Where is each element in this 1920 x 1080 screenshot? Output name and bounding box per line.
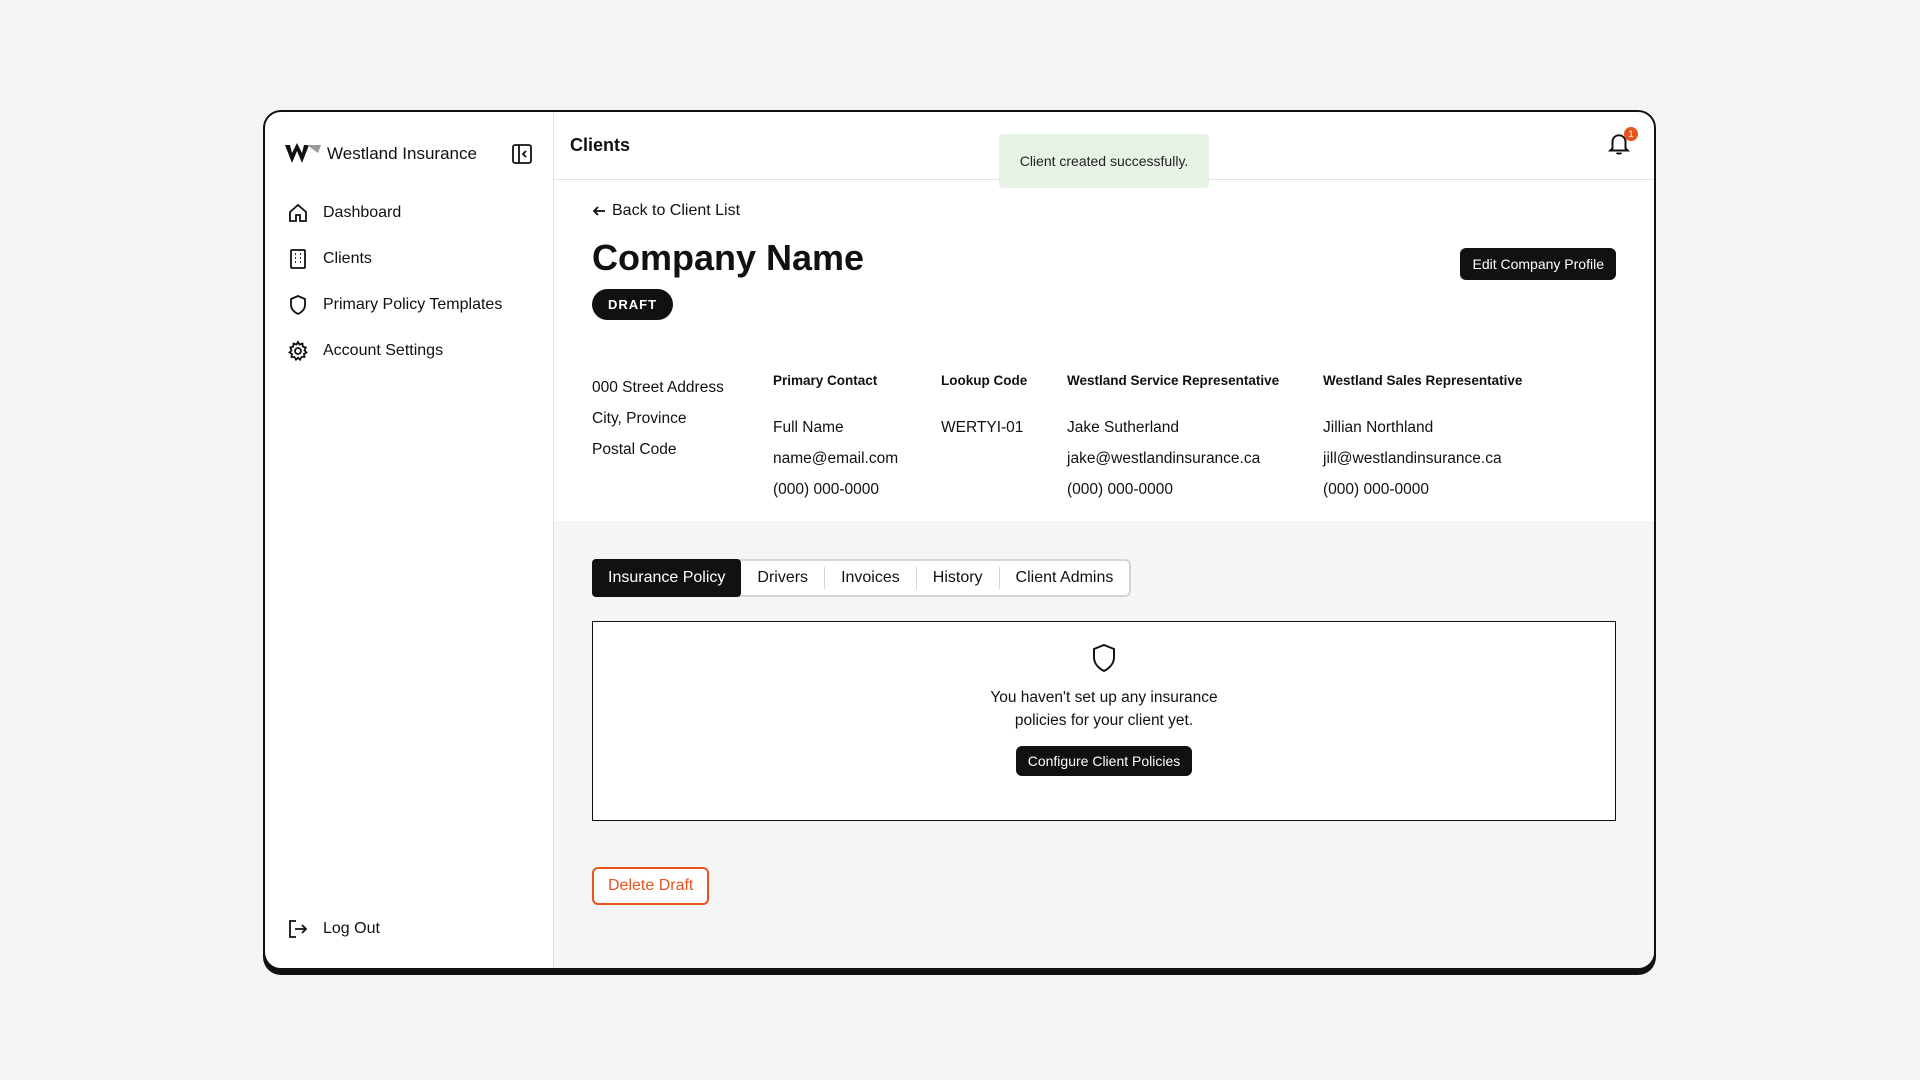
tab-client-admins[interactable]: Client Admins bbox=[1000, 561, 1130, 595]
address-block: 000 Street Address City, Province Postal… bbox=[592, 372, 724, 465]
rep-name: Jillian Northland bbox=[1323, 419, 1434, 436]
primary-contact-block: Primary Contact Full Name name@email.com… bbox=[773, 366, 898, 505]
sidebar-item-label: Dashboard bbox=[323, 204, 402, 221]
contact-phone: (000) 000-0000 bbox=[773, 481, 879, 498]
info-heading: Lookup Code bbox=[941, 373, 1028, 388]
notifications-button[interactable]: 1 bbox=[1606, 126, 1638, 161]
collapse-sidebar-icon[interactable] bbox=[511, 143, 533, 165]
rep-phone: (000) 000-0000 bbox=[1323, 481, 1429, 498]
shield-icon bbox=[1093, 643, 1115, 673]
brand-name: Westland Insurance bbox=[327, 144, 477, 163]
address-line: Postal Code bbox=[592, 441, 677, 458]
sidebar-item-label: Account Settings bbox=[323, 342, 444, 359]
empty-state-message: You haven't set up any insurance policie… bbox=[990, 689, 1218, 729]
address-line: City, Province bbox=[592, 410, 687, 427]
client-body: Insurance Policy Drivers Invoices Histor… bbox=[554, 521, 1654, 968]
westland-logo-icon bbox=[285, 143, 321, 163]
notification-badge: 1 bbox=[1624, 126, 1638, 141]
contact-email: name@email.com bbox=[773, 450, 899, 467]
client-header: Back to Client List Company Name DRAFT E… bbox=[554, 180, 1654, 521]
page-title: Clients bbox=[570, 135, 631, 155]
client-tabs: Insurance Policy Drivers Invoices Histor… bbox=[592, 559, 1132, 597]
sidebar-item-clients[interactable]: Clients bbox=[265, 236, 553, 282]
shield-icon bbox=[290, 295, 306, 316]
brand: Westland Insurance bbox=[265, 132, 553, 176]
rep-email: jill@westlandinsurance.ca bbox=[1323, 450, 1502, 467]
rep-email: jake@westlandinsurance.ca bbox=[1067, 450, 1261, 467]
tab-invoices[interactable]: Invoices bbox=[825, 561, 916, 595]
back-to-client-list-link[interactable]: Back to Client List bbox=[592, 202, 740, 220]
sidebar-item-account-settings[interactable]: Account Settings bbox=[265, 328, 553, 374]
info-heading: Westland Sales Representative bbox=[1323, 373, 1523, 388]
back-link-label: Back to Client List bbox=[612, 202, 741, 219]
arrow-left-icon bbox=[592, 206, 605, 216]
home-icon bbox=[289, 203, 307, 222]
main-content: Clients 1 Client created successfully. B… bbox=[554, 112, 1654, 968]
tab-insurance-policy[interactable]: Insurance Policy bbox=[592, 559, 742, 597]
delete-draft-button[interactable]: Delete Draft bbox=[592, 867, 710, 905]
lookup-code-block: Lookup Code WERTYI-01 bbox=[941, 366, 1027, 443]
sidebar-item-policy-templates[interactable]: Primary Policy Templates bbox=[265, 282, 553, 328]
rep-phone: (000) 000-0000 bbox=[1067, 481, 1173, 498]
tab-drivers[interactable]: Drivers bbox=[741, 561, 824, 595]
tab-history[interactable]: History bbox=[917, 561, 999, 595]
empty-state-panel: You haven't set up any insurance policie… bbox=[592, 621, 1616, 821]
rep-name: Jake Sutherland bbox=[1067, 419, 1180, 436]
lookup-code: WERTYI-01 bbox=[941, 419, 1024, 436]
logout-icon bbox=[289, 920, 308, 938]
client-info: 000 Street Address City, Province Postal… bbox=[592, 366, 1616, 506]
logout-button[interactable]: Log Out bbox=[265, 906, 553, 952]
sidebar-item-label: Primary Policy Templates bbox=[323, 296, 503, 313]
configure-client-policies-button[interactable]: Configure Client Policies bbox=[1015, 746, 1193, 776]
sidebar-item-label: Clients bbox=[323, 250, 372, 267]
sidebar-nav: Dashboard Clients Primary Policy Templat… bbox=[265, 190, 553, 374]
sidebar: Westland Insurance Dashboard Clients Pri… bbox=[265, 112, 554, 968]
app-window: Westland Insurance Dashboard Clients Pri… bbox=[263, 110, 1656, 970]
service-rep-block: Westland Service Representative Jake Sut… bbox=[1067, 366, 1279, 505]
gear-icon bbox=[288, 340, 308, 362]
sales-rep-block: Westland Sales Representative Jillian No… bbox=[1323, 366, 1522, 505]
status-badge: DRAFT bbox=[592, 289, 674, 320]
info-heading: Westland Service Representative bbox=[1067, 373, 1280, 388]
contact-name: Full Name bbox=[773, 419, 844, 436]
edit-company-profile-button[interactable]: Edit Company Profile bbox=[1460, 248, 1616, 280]
sidebar-item-dashboard[interactable]: Dashboard bbox=[265, 190, 553, 236]
address-line: 000 Street Address bbox=[592, 379, 724, 396]
logout-label: Log Out bbox=[323, 920, 380, 937]
building-icon bbox=[290, 249, 306, 269]
info-heading: Primary Contact bbox=[773, 373, 878, 388]
